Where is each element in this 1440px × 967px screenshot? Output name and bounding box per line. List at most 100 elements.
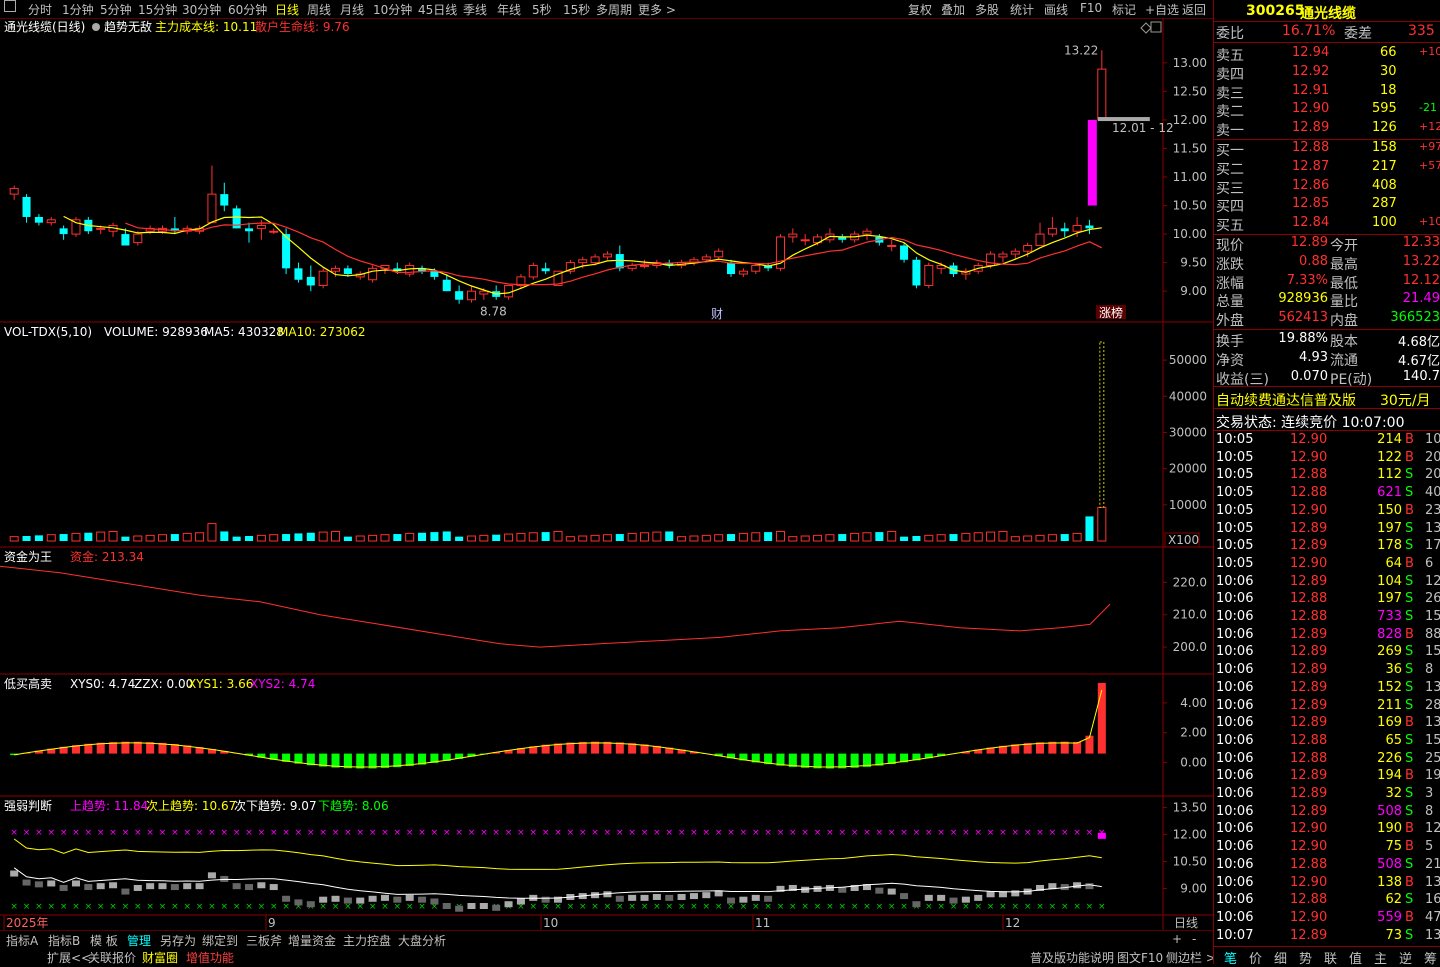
indicator-tab[interactable]: 大盘分析 <box>398 932 446 949</box>
promo-row[interactable]: 自动续费通达信普及版 30元/月 <box>1214 389 1440 407</box>
trend-bar <box>641 895 649 901</box>
promo-price[interactable]: 30元/月 <box>1380 390 1431 410</box>
side-tab[interactable]: 联 <box>1324 948 1337 965</box>
status-right-item[interactable]: 图文F10 <box>1117 949 1163 966</box>
order-book-row: 买一12.88158+97 <box>1214 139 1440 157</box>
tick-row: 10:0612.89152S13 <box>1214 679 1440 696</box>
tick-count: 3 <box>1425 786 1433 801</box>
order-label: 卖一 <box>1216 120 1244 140</box>
side-tab[interactable]: 笔 <box>1224 948 1237 965</box>
indicator-tab[interactable]: 三板斧 <box>246 932 282 949</box>
period-tab[interactable]: 多周期 <box>596 1 632 18</box>
period-tab[interactable]: 15秒 <box>563 1 590 18</box>
trend-up: 上趋势: 11.84 <box>70 799 148 813</box>
candle-body <box>467 291 475 300</box>
order-book-row: 买五12.84100+100 <box>1214 214 1440 232</box>
window-icon[interactable] <box>4 0 16 12</box>
period-tab[interactable]: 45日线 <box>418 1 457 18</box>
status-item[interactable]: 扩展<< <box>47 949 91 966</box>
tick-side: B <box>1405 715 1414 730</box>
period-tab[interactable]: 30分钟 <box>182 1 221 18</box>
tool-button[interactable]: 返回 <box>1182 1 1206 18</box>
trend-bar <box>727 898 735 904</box>
side-tab[interactable]: 筹 <box>1424 948 1437 965</box>
tick-time: 10:06 <box>1216 591 1253 606</box>
up-mark: × <box>826 828 834 838</box>
expand-icon[interactable] <box>1151 22 1161 32</box>
indicator-tab[interactable]: 另存为 <box>160 932 196 949</box>
period-tab[interactable]: 周线 <box>307 1 331 18</box>
period-tab[interactable]: 日线 <box>275 1 299 18</box>
pin-icon[interactable] <box>1141 23 1151 33</box>
tool-button[interactable]: 多股 <box>975 1 999 18</box>
tool-button[interactable]: 统计 <box>1010 1 1034 18</box>
period-tab[interactable]: 5秒 <box>532 1 552 18</box>
period-tab[interactable]: 15分钟 <box>138 1 177 18</box>
cost-line <box>64 216 1102 294</box>
up-mark: × <box>282 828 290 838</box>
candle-body <box>72 220 80 234</box>
trend-tick-label: 12.00 <box>1173 827 1207 841</box>
up-mark: × <box>492 828 500 838</box>
tick-time: 10:06 <box>1216 680 1253 695</box>
period-tab[interactable]: 60分钟 <box>228 1 267 18</box>
side-tab[interactable]: 价 <box>1249 948 1262 965</box>
indicator-tab[interactable]: 模 板 <box>90 932 118 949</box>
indicator-tab[interactable]: 绑定到 <box>202 932 238 949</box>
lowbuy-tick-label: 2.00 <box>1180 726 1207 740</box>
indicator-tab[interactable]: 管理 <box>127 932 151 949</box>
tool-button[interactable]: +自选 <box>1145 1 1179 18</box>
period-tab[interactable]: 1分钟 <box>62 1 94 18</box>
tool-button[interactable]: 叠加 <box>941 1 965 18</box>
order-price: 12.92 <box>1292 64 1329 79</box>
side-tab[interactable]: 逆 <box>1399 948 1412 965</box>
down-mark: × <box>937 902 945 912</box>
zoom-out-button[interactable]: - <box>1192 932 1196 946</box>
lowbuy-bar <box>1061 742 1069 754</box>
trend-bar <box>925 895 933 901</box>
status-item[interactable]: 财富圈 <box>142 949 178 966</box>
indicator-tab[interactable]: 主力控盘 <box>343 932 391 949</box>
zoom-in-button[interactable]: + <box>1172 932 1182 946</box>
tick-count: 5 <box>1425 839 1433 854</box>
stat-row: 总量928936量比21.49 <box>1214 290 1440 308</box>
up-mark: × <box>999 828 1007 838</box>
tool-button[interactable]: 复权 <box>908 1 932 18</box>
up-mark: × <box>146 828 154 838</box>
up-mark: × <box>703 828 711 838</box>
status-right-item[interactable]: 普及版功能说明 <box>1030 949 1114 966</box>
kline-chart[interactable]: 13.0012.5012.0011.5011.0010.5010.009.509… <box>0 18 1213 930</box>
tool-button[interactable]: 画线 <box>1044 1 1068 18</box>
indicator-tab[interactable]: 指标A <box>6 932 38 949</box>
indicator-tab[interactable]: 增量资金 <box>288 932 336 949</box>
promo-text[interactable]: 自动续费通达信普及版 <box>1216 390 1356 410</box>
side-tab[interactable]: 细 <box>1274 948 1287 965</box>
volume-bar <box>307 533 315 541</box>
period-tab[interactable]: 10分钟 <box>373 1 412 18</box>
weibi-value: 16.71% <box>1282 23 1335 39</box>
tool-button[interactable]: 标记 <box>1112 1 1136 18</box>
down-mark: × <box>196 902 204 912</box>
period-tab[interactable]: 月线 <box>340 1 364 18</box>
indicator-tabs: 指标A 指标B 模 板管理另存为绑定到三板斧增量资金主力控盘大盘分析 +- <box>0 930 1213 948</box>
status-item[interactable]: 增值功能 <box>186 949 234 966</box>
side-tab[interactable]: 主 <box>1374 948 1387 965</box>
up-mark: × <box>208 828 216 838</box>
candle-body <box>1085 226 1093 229</box>
side-tab[interactable]: 值 <box>1349 948 1362 965</box>
period-tab[interactable]: 分时 <box>28 1 52 18</box>
side-tab[interactable]: 势 <box>1299 948 1312 965</box>
down-mark: × <box>579 902 587 912</box>
indicator-tab[interactable]: 指标B <box>48 932 80 949</box>
status-item[interactable]: 关联报价 <box>88 949 136 966</box>
indicator-icon[interactable] <box>92 23 100 31</box>
period-tab[interactable]: 5分钟 <box>100 1 132 18</box>
period-tab[interactable]: 年线 <box>497 1 521 18</box>
period-tab[interactable]: 更多 > <box>638 1 676 18</box>
volume-bar <box>35 535 43 541</box>
up-mark: × <box>35 828 43 838</box>
tool-button[interactable]: F10 <box>1080 1 1102 15</box>
period-tab[interactable]: 季线 <box>463 1 487 18</box>
trend-bar <box>912 901 920 907</box>
chart-area[interactable]: 13.0012.5012.0011.5011.0010.5010.009.509… <box>0 18 1213 930</box>
